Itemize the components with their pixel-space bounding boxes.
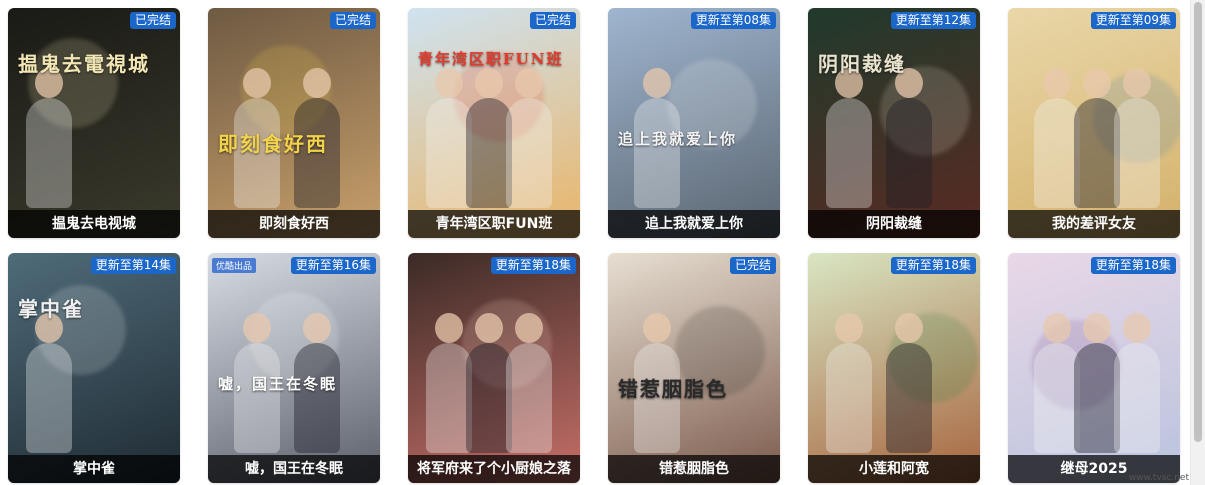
drama-title[interactable]: 嘘，国王在冬眠 [208, 455, 380, 483]
poster-figure [294, 313, 340, 453]
drama-title[interactable]: 即刻食好西 [208, 210, 380, 238]
scrollbar-thumb[interactable] [1194, 2, 1202, 442]
poster-figure [1114, 68, 1160, 208]
drama-title[interactable]: 追上我就爱上你 [608, 210, 780, 238]
episode-status-badge: 已完结 [529, 12, 576, 29]
poster-image[interactable]: 即刻食好西 [208, 8, 380, 238]
drama-card[interactable]: 错惹胭脂色 已完结错惹胭脂色 [608, 253, 780, 483]
episode-status-badge: 更新至第14集 [90, 257, 176, 274]
episode-status-badge: 更新至第16集 [290, 257, 376, 274]
drama-grid: 揾鬼去電視城 已完结 揾鬼去电视城 即刻食好西 已完结 即刻食好西 青年湾区职FUN班 已完结… [0, 0, 1190, 485]
drama-card[interactable]: 更新至第18集小莲和阿宽 [808, 253, 980, 483]
poster-title-art: 阴阳裁缝 [818, 52, 906, 76]
episode-status-badge: 已完结 [329, 12, 376, 29]
drama-card[interactable]: 即刻食好西 已完结即刻食好西 [208, 8, 380, 238]
episode-status-badge: 更新至第18集 [890, 257, 976, 274]
drama-card[interactable]: 追上我就爱上你 更新至第08集追上我就爱上你 [608, 8, 780, 238]
poster-figure [886, 68, 932, 208]
poster-image[interactable] [808, 253, 980, 483]
poster-figure [1114, 313, 1160, 453]
poster-image[interactable]: 阴阳裁缝 [808, 8, 980, 238]
drama-card[interactable]: 更新至第09集我的差评女友 [1008, 8, 1180, 238]
episode-status-badge: 更新至第09集 [1090, 12, 1176, 29]
drama-card[interactable]: 更新至第18集 继母2025 [1008, 253, 1180, 483]
episode-status-badge: 更新至第12集 [890, 12, 976, 29]
poster-image[interactable]: 青年湾区职FUN班 [408, 8, 580, 238]
poster-figure [26, 313, 72, 453]
drama-title[interactable]: 小莲和阿宽 [808, 455, 980, 483]
poster-image[interactable]: 追上我就爱上你 [608, 8, 780, 238]
poster-figure [26, 68, 72, 208]
drama-title[interactable]: 错惹胭脂色 [608, 455, 780, 483]
producer-tag: 优酷出品 [212, 258, 257, 273]
poster-title-art: 青年湾区职FUN班 [418, 50, 564, 68]
drama-title[interactable]: 阴阳裁缝 [808, 210, 980, 238]
vertical-scrollbar[interactable] [1190, 0, 1205, 485]
poster-title-art: 揾鬼去電視城 [18, 52, 150, 76]
poster-figure [826, 68, 872, 208]
poster-image[interactable] [1008, 253, 1180, 483]
episode-status-badge: 更新至第18集 [1090, 257, 1176, 274]
drama-card[interactable]: 嘘，国王在冬眠 优酷出品 更新至第16集嘘，国王在冬眠 [208, 253, 380, 483]
drama-card[interactable]: 更新至第18集将军府来了个小厨娘之落 [408, 253, 580, 483]
poster-image[interactable] [408, 253, 580, 483]
poster-figure [826, 313, 872, 453]
watermark: www.tvsc.net [1128, 473, 1189, 483]
drama-card[interactable]: 掌中雀 更新至第14集掌中雀 [8, 253, 180, 483]
drama-title[interactable]: 掌中雀 [8, 455, 180, 483]
poster-figure [506, 313, 552, 453]
episode-status-badge: 更新至第08集 [690, 12, 776, 29]
drama-title[interactable]: 将军府来了个小厨娘之落 [408, 455, 580, 483]
drama-card[interactable]: 阴阳裁缝 更新至第12集阴阳裁缝 [808, 8, 980, 238]
poster-figure [506, 68, 552, 208]
poster-image[interactable]: 揾鬼去電視城 [8, 8, 180, 238]
drama-title[interactable]: 我的差评女友 [1008, 210, 1180, 238]
episode-status-badge: 已完结 [129, 12, 176, 29]
poster-title-art: 嘘，国王在冬眠 [218, 375, 338, 393]
drama-title[interactable]: 揾鬼去电视城 [8, 210, 180, 238]
episode-status-badge: 已完结 [729, 257, 776, 274]
episode-status-badge: 更新至第18集 [490, 257, 576, 274]
poster-figure [234, 313, 280, 453]
drama-card[interactable]: 青年湾区职FUN班 已完结青年湾区职FUN班 [408, 8, 580, 238]
poster-title-art: 掌中雀 [18, 297, 84, 321]
poster-title-art: 即刻食好西 [218, 132, 328, 156]
poster-title-art: 错惹胭脂色 [618, 377, 728, 401]
poster-image[interactable]: 错惹胭脂色 [608, 253, 780, 483]
drama-card[interactable]: 揾鬼去電視城 已完结揾鬼去电视城 [8, 8, 180, 238]
poster-title-art: 追上我就爱上你 [618, 130, 738, 148]
poster-image[interactable]: 嘘，国王在冬眠 [208, 253, 380, 483]
poster-figure [886, 313, 932, 453]
poster-figure [634, 68, 680, 208]
poster-image[interactable]: 掌中雀 [8, 253, 180, 483]
poster-image[interactable] [1008, 8, 1180, 238]
drama-title[interactable]: 青年湾区职FUN班 [408, 210, 580, 238]
